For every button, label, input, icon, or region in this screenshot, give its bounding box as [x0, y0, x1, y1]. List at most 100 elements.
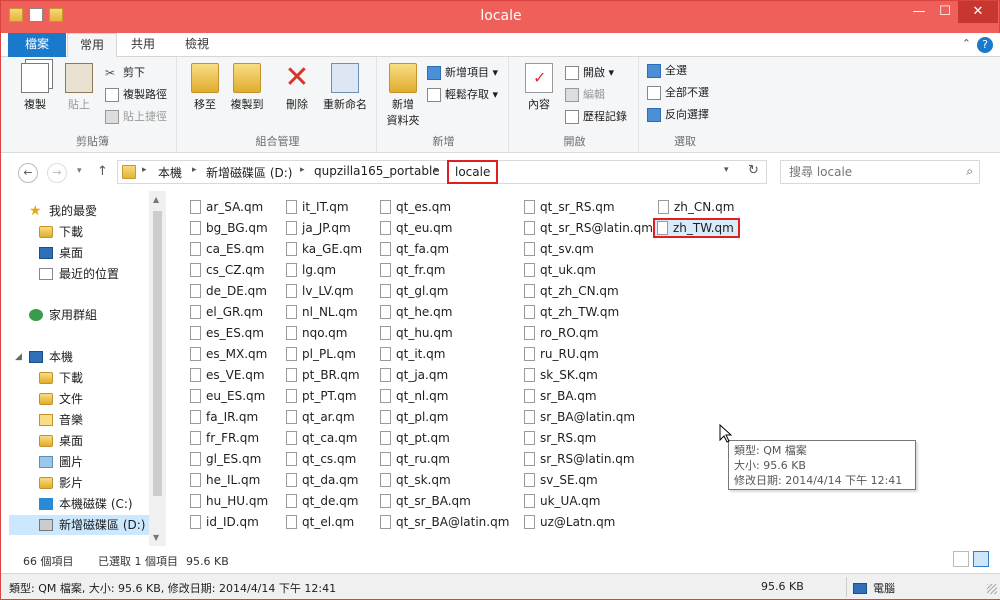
select-none-button[interactable]: 全部不選 [645, 83, 709, 103]
file-item[interactable]: qt_sr_RS@latin.qm [522, 218, 653, 238]
edit-button[interactable]: 編輯 [563, 85, 605, 105]
file-item[interactable]: cs_CZ.qm [188, 260, 265, 280]
nav-downloads[interactable]: 下載 [39, 222, 83, 242]
address-box[interactable]: ▸ 本機 ▸ 新增磁碟區 (D:) ▸ qupzilla165_portable… [117, 160, 767, 184]
file-item[interactable]: el_GR.qm [188, 302, 263, 322]
file-item[interactable]: qt_hu.qm [378, 323, 453, 343]
close-button[interactable]: ✕ [958, 1, 998, 23]
file-item[interactable]: sk_SK.qm [522, 365, 598, 385]
file-item[interactable]: qt_he.qm [378, 302, 452, 322]
file-item[interactable]: qt_nl.qm [378, 386, 448, 406]
move-to-button[interactable]: 移至 [185, 63, 225, 112]
file-item[interactable]: qt_ja.qm [378, 365, 448, 385]
file-item[interactable]: qt_eu.qm [378, 218, 452, 238]
file-item[interactable]: qt_de.qm [284, 491, 358, 511]
copy-path-button[interactable]: 複製路徑 [103, 85, 167, 105]
chevron-right-icon[interactable]: ▸ [192, 165, 197, 175]
copy-button[interactable]: 複製 [15, 63, 55, 112]
tab-view[interactable]: 檢視 [173, 33, 221, 57]
file-item[interactable]: lg.qm [284, 260, 336, 280]
minimize-button[interactable]: — [906, 1, 932, 23]
nav-desktop[interactable]: 桌面 [39, 243, 83, 263]
file-item[interactable]: qt_uk.qm [522, 260, 596, 280]
scroll-up-icon[interactable]: ▲ [153, 195, 159, 204]
file-item[interactable]: lv_LV.qm [284, 281, 354, 301]
copy-to-button[interactable]: 複製到 [225, 63, 269, 112]
scrollbar-thumb[interactable] [153, 211, 162, 496]
breadcrumb-drive-d[interactable]: 新增磁碟區 (D:) [206, 164, 292, 181]
scroll-down-icon[interactable]: ▼ [153, 533, 159, 542]
file-item[interactable]: ro_RO.qm [522, 323, 598, 343]
open-button[interactable]: 開啟 ▾ [563, 63, 614, 83]
file-item[interactable]: qt_sr_RS.qm [522, 197, 615, 217]
file-item[interactable]: qt_cs.qm [284, 449, 356, 469]
nav-recent[interactable]: 最近的位置 [39, 264, 119, 284]
file-item[interactable]: sr_RS.qm [522, 428, 596, 448]
file-item[interactable]: qt_zh_TW.qm [522, 302, 619, 322]
file-item[interactable]: ca_ES.qm [188, 239, 264, 259]
file-item[interactable]: qt_es.qm [378, 197, 451, 217]
file-item[interactable]: qt_sv.qm [522, 239, 594, 259]
nav-homegroup[interactable]: 家用群組 [29, 305, 97, 325]
delete-button[interactable]: ✕ 刪除 [277, 63, 317, 112]
nav-drive-c[interactable]: 本機磁碟 (C:) [39, 494, 133, 514]
file-item[interactable]: qt_da.qm [284, 470, 358, 490]
file-item[interactable]: zh_CN.qm [656, 197, 734, 217]
file-item[interactable]: pl_PL.qm [284, 344, 356, 364]
nav-favorites[interactable]: ★ 我的最愛 [29, 201, 97, 221]
file-item[interactable]: pt_PT.qm [284, 386, 357, 406]
file-item[interactable]: bg_BG.qm [188, 218, 268, 238]
file-item[interactable]: qt_fr.qm [378, 260, 446, 280]
file-item[interactable]: ar_SA.qm [188, 197, 263, 217]
list-view-icon[interactable] [973, 551, 989, 567]
file-item[interactable]: ka_GE.qm [284, 239, 362, 259]
file-item[interactable]: qt_pl.qm [378, 407, 448, 427]
up-button[interactable]: ↑ [97, 164, 108, 179]
paste-shortcut-button[interactable]: 貼上捷徑 [103, 107, 167, 127]
breadcrumb-locale[interactable]: locale [447, 160, 499, 184]
file-item[interactable]: es_MX.qm [188, 344, 267, 364]
nav-documents[interactable]: 文件 [39, 389, 83, 409]
new-folder-button[interactable]: 新增 資料夾 [383, 63, 423, 128]
file-item[interactable]: qt_fa.qm [378, 239, 449, 259]
file-item[interactable]: gl_ES.qm [188, 449, 261, 469]
rename-button[interactable]: 重新命名 [317, 63, 373, 112]
file-item[interactable]: uz@Latn.qm [522, 512, 615, 532]
breadcrumb-this-pc[interactable]: 本機 [158, 164, 182, 181]
file-item[interactable]: nl_NL.qm [284, 302, 358, 322]
help-icon[interactable]: ? [977, 37, 993, 53]
file-item[interactable]: fr_FR.qm [188, 428, 259, 448]
paste-button[interactable]: 貼上 [59, 63, 99, 112]
invert-selection-button[interactable]: 反向選擇 [645, 105, 709, 125]
file-item[interactable]: it_IT.qm [284, 197, 349, 217]
file-item[interactable]: ja_JP.qm [284, 218, 351, 238]
search-icon[interactable]: ⌕ [966, 164, 973, 179]
file-item[interactable]: sr_BA@latin.qm [522, 407, 635, 427]
select-all-button[interactable]: 全選 [645, 61, 687, 81]
easy-access-button[interactable]: 輕鬆存取 ▾ [425, 85, 498, 105]
file-item[interactable]: id_ID.qm [188, 512, 259, 532]
chevron-right-icon[interactable]: ▸ [300, 165, 305, 175]
chevron-right-icon[interactable]: ▸ [142, 165, 147, 175]
file-item[interactable]: qt_ar.qm [284, 407, 355, 427]
search-box[interactable]: ⌕ [780, 160, 980, 184]
file-item[interactable]: de_DE.qm [188, 281, 267, 301]
file-item[interactable]: sr_RS@latin.qm [522, 449, 635, 469]
file-item[interactable]: nqo.qm [284, 323, 347, 343]
chevron-down-icon[interactable]: ◢ [15, 347, 22, 367]
file-item[interactable]: qt_ru.qm [378, 449, 450, 469]
file-item[interactable]: pt_BR.qm [284, 365, 360, 385]
back-button[interactable]: ← [18, 163, 38, 183]
nav-pc-downloads[interactable]: 下載 [39, 368, 83, 388]
breadcrumb-qupzilla[interactable]: qupzilla165_portable [314, 164, 440, 178]
refresh-icon[interactable]: ↻ [748, 163, 759, 178]
file-item[interactable]: zh_TW.qm [653, 218, 740, 238]
nav-pc-desktop[interactable]: 桌面 [39, 431, 83, 451]
recent-locations-icon[interactable]: ▾ [77, 166, 82, 176]
file-item[interactable]: sr_BA.qm [522, 386, 597, 406]
chevron-right-icon[interactable]: ▸ [434, 165, 439, 175]
nav-pictures[interactable]: 圖片 [39, 452, 83, 472]
forward-button[interactable]: → [47, 163, 67, 183]
file-item[interactable]: es_VE.qm [188, 365, 265, 385]
file-item[interactable]: he_IL.qm [188, 470, 260, 490]
